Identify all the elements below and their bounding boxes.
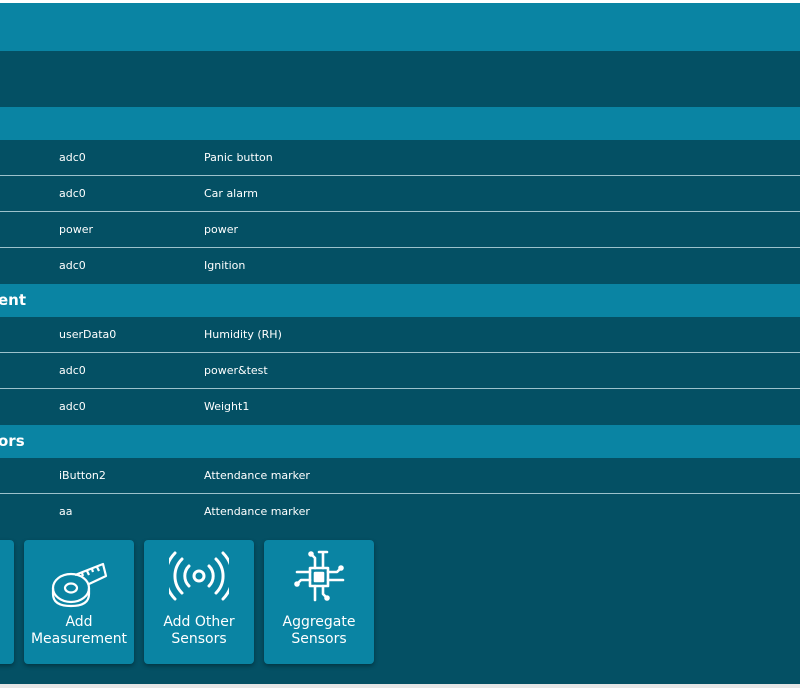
row-source: userData0	[59, 328, 117, 341]
row-name: Car alarm	[204, 187, 259, 200]
section-header-sensors: ors	[0, 425, 800, 458]
table-row[interactable]: userData0 Humidity (RH)	[0, 317, 800, 353]
tile-label-line1: Add	[65, 614, 93, 630]
add-measurement-button[interactable]: Add Measurement	[24, 540, 134, 664]
signal-waves-icon	[169, 551, 229, 601]
sub-bar	[0, 51, 800, 107]
row-source: adc0	[59, 151, 86, 164]
table-row[interactable]: adc0 Panic button	[0, 140, 800, 176]
table-row[interactable]: adc0 Car alarm	[0, 176, 800, 212]
row-name: Attendance marker	[204, 505, 310, 518]
tile-label-line1: Aggregate	[282, 614, 356, 630]
page: adc0 Panic button adc0 Car alarm power p…	[0, 0, 800, 688]
table-row[interactable]: aa Attendance marker	[0, 494, 800, 530]
row-name: Weight1	[204, 400, 250, 413]
bottom-strip	[0, 684, 800, 688]
row-source: adc0	[59, 400, 86, 413]
section-title: ors	[0, 432, 25, 450]
tile-label-line1: Add Other	[163, 614, 235, 630]
row-name: Ignition	[204, 259, 246, 272]
section-header-measurement: ent	[0, 284, 800, 317]
tape-measure-icon	[51, 562, 108, 608]
table-row[interactable]: adc0 Ignition	[0, 248, 800, 284]
tile-label: Add Other Sensors	[144, 614, 254, 648]
table-row[interactable]: iButton2 Attendance marker	[0, 458, 800, 494]
section-title: ent	[0, 291, 27, 309]
row-source: iButton2	[59, 469, 106, 482]
table-row[interactable]: adc0 Weight1	[0, 389, 800, 425]
row-name: Panic button	[204, 151, 273, 164]
sensors-panel: adc0 Panic button adc0 Car alarm power p…	[0, 3, 800, 684]
table-row[interactable]: power power	[0, 212, 800, 248]
tile-label: Add Measurement	[24, 614, 134, 648]
add-other-sensors-button[interactable]: Add Other Sensors	[144, 540, 254, 664]
table-row[interactable]: adc0 power&test	[0, 353, 800, 389]
row-name: power	[204, 223, 238, 236]
row-name: Attendance marker	[204, 469, 310, 482]
row-source: adc0	[59, 187, 86, 200]
aggregate-sensors-button[interactable]: Aggregate Sensors	[264, 540, 374, 664]
row-name: power&test	[204, 364, 268, 377]
top-bar	[0, 3, 800, 51]
row-source: aa	[59, 505, 73, 518]
row-name: Humidity (RH)	[204, 328, 282, 341]
section-header-1	[0, 107, 800, 140]
tile-label: Aggregate Sensors	[264, 614, 374, 648]
row-source: adc0	[59, 259, 86, 272]
row-source: adc0	[59, 364, 86, 377]
tile-label-line2: Measurement	[30, 631, 128, 647]
tile-label-line2: Sensors	[291, 631, 347, 647]
chip-icon	[294, 550, 345, 602]
add-sensor-tile-partial[interactable]	[0, 540, 14, 664]
tile-label-line2: Sensors	[171, 631, 227, 647]
row-source: power	[59, 223, 93, 236]
